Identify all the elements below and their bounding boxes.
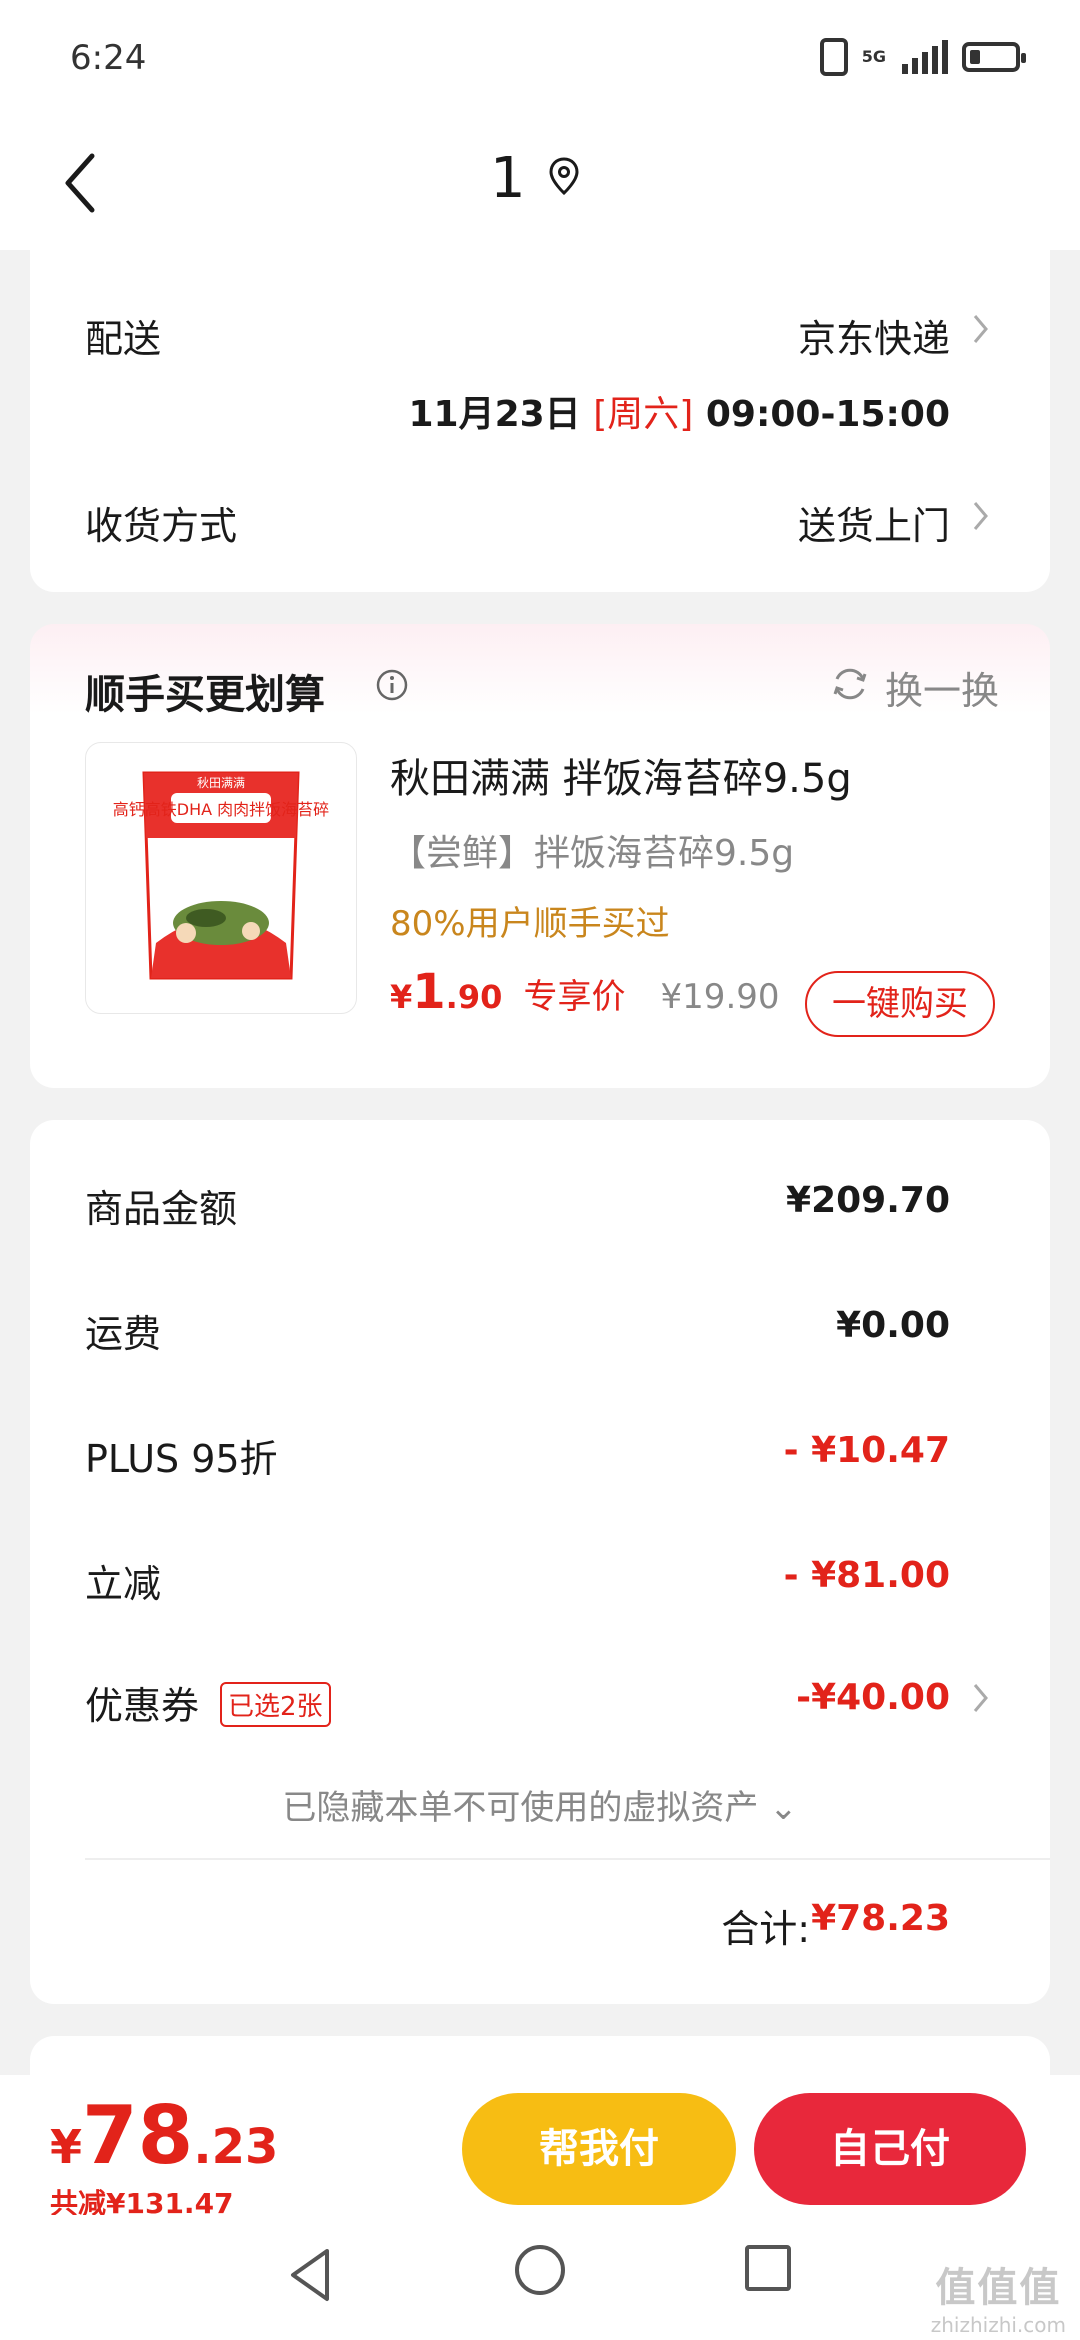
- seaweed-package-icon: 高钙高铁DHA 肉肉拌饭海苔碎 秋田满满: [113, 771, 329, 980]
- addon-recommend-card: 顺手买更划算 换一换 高钙高铁DHA 肉肉拌饭海苔碎 秋田满满 秋田满满 拌饭海…: [30, 624, 1050, 1088]
- system-recents-icon[interactable]: [745, 2245, 791, 2291]
- delivery-carrier[interactable]: 京东快递: [798, 308, 950, 363]
- battery-icon: [962, 42, 1026, 72]
- total-label: 合计:: [721, 1907, 810, 1951]
- back-arrow-icon[interactable]: [58, 148, 108, 218]
- instant-discount-label: 立减: [85, 1562, 162, 1606]
- pay-amount: ¥78.23: [50, 2089, 278, 2182]
- help-me-pay-button[interactable]: 帮我付: [462, 2093, 736, 2205]
- price-summary-card: 商品金额 ¥209.70 运费 ¥0.00 PLUS 95折 - ¥10.47 …: [30, 1120, 1050, 2004]
- instant-discount-value: - ¥81.00: [783, 1555, 950, 1596]
- delivery-card: 配送 京东快递 11月23日 [周六] 09:00-15:00 收货方式 送货上…: [30, 250, 1050, 592]
- product-price-row: ¥1.90 专享价 ¥19.90: [390, 964, 780, 1020]
- page-title: 1: [490, 146, 526, 211]
- divider: [85, 1858, 1050, 1860]
- addon-title: 顺手买更划算: [85, 672, 325, 718]
- status-icons: 5G: [819, 38, 1026, 76]
- price-decimal: .90: [445, 978, 503, 1016]
- chevron-right-icon[interactable]: [970, 499, 990, 533]
- pay-integer: 78: [82, 2089, 194, 2182]
- checkout-bar: ¥78.23 共减¥131.47 帮我付 自己付: [0, 2075, 1080, 2220]
- price-tag: 专享价: [523, 977, 626, 1017]
- receive-method-value[interactable]: 送货上门: [798, 495, 950, 550]
- product-subtitle: 【尝鲜】拌饭海苔碎9.5g: [390, 833, 795, 874]
- coupon-selected-badge: 已选2张: [220, 1682, 331, 1727]
- delivery-time-range: 09:00-15:00: [705, 394, 950, 435]
- plus-discount-value: - ¥10.47: [783, 1430, 950, 1471]
- shipping-label: 运费: [85, 1312, 162, 1356]
- price-integer: 1: [412, 964, 446, 1020]
- delivery-label: 配送: [85, 317, 162, 361]
- chevron-right-icon[interactable]: [970, 1681, 990, 1715]
- product-social-proof: 80%用户顺手买过: [390, 904, 670, 944]
- delivery-date: 11月23日: [408, 394, 581, 435]
- package-label: 高钙高铁DHA 肉肉拌饭海苔碎: [113, 800, 329, 819]
- pay-currency: ¥: [50, 2120, 83, 2174]
- hidden-assets-toggle[interactable]: 已隐藏本单不可使用的虚拟资产 ⌄: [30, 1780, 1050, 1829]
- delivery-time[interactable]: 11月23日 [周六] 09:00-15:00: [408, 385, 950, 437]
- status-bar: 6:24 5G: [0, 0, 1080, 120]
- pay-decimal: .23: [193, 2119, 279, 2175]
- coupon-label: 优惠券: [85, 1684, 200, 1728]
- package-brand: 秋田满满: [197, 776, 245, 790]
- info-icon[interactable]: [375, 668, 409, 702]
- watermark-logo: 值值值: [935, 2265, 1062, 2311]
- product-image[interactable]: 高钙高铁DHA 肉肉拌饭海苔碎 秋田满满: [85, 742, 357, 1014]
- original-price: ¥19.90: [660, 977, 780, 1017]
- system-back-icon[interactable]: [285, 2245, 335, 2305]
- price-currency: ¥: [390, 978, 413, 1016]
- network-type-label: 5G: [861, 47, 886, 66]
- nav-bar: 1: [0, 120, 1080, 250]
- vibrate-icon: [819, 38, 848, 76]
- system-nav-bar: 值值值 zhizhizhi.com: [0, 2215, 1080, 2340]
- status-time: 6:24: [70, 38, 147, 78]
- delivery-weekday: [周六]: [593, 394, 694, 435]
- chevron-right-icon[interactable]: [970, 312, 990, 346]
- plus-discount-label: PLUS 95折: [85, 1437, 278, 1481]
- system-home-icon[interactable]: [515, 2245, 565, 2295]
- signal-icon: [902, 40, 948, 74]
- goods-amount-value: ¥209.70: [786, 1180, 950, 1221]
- goods-amount-label: 商品金额: [85, 1187, 238, 1231]
- refresh-button[interactable]: 换一换: [885, 660, 999, 715]
- location-pin-icon[interactable]: [548, 156, 580, 196]
- product-name[interactable]: 秋田满满 拌饭海苔碎9.5g: [390, 746, 852, 804]
- coupon-value[interactable]: -¥40.00: [796, 1677, 950, 1718]
- pay-myself-button[interactable]: 自己付: [754, 2093, 1026, 2205]
- receive-method-label: 收货方式: [85, 504, 238, 548]
- refresh-icon[interactable]: [830, 664, 870, 704]
- watermark-url: zhizhizhi.com: [930, 2313, 1066, 2337]
- watermark: 值值值 zhizhizhi.com: [931, 2255, 1066, 2337]
- shipping-value: ¥0.00: [836, 1305, 950, 1346]
- total-value: ¥78.23: [811, 1898, 950, 1939]
- one-click-buy-button[interactable]: 一键购买: [805, 971, 995, 1037]
